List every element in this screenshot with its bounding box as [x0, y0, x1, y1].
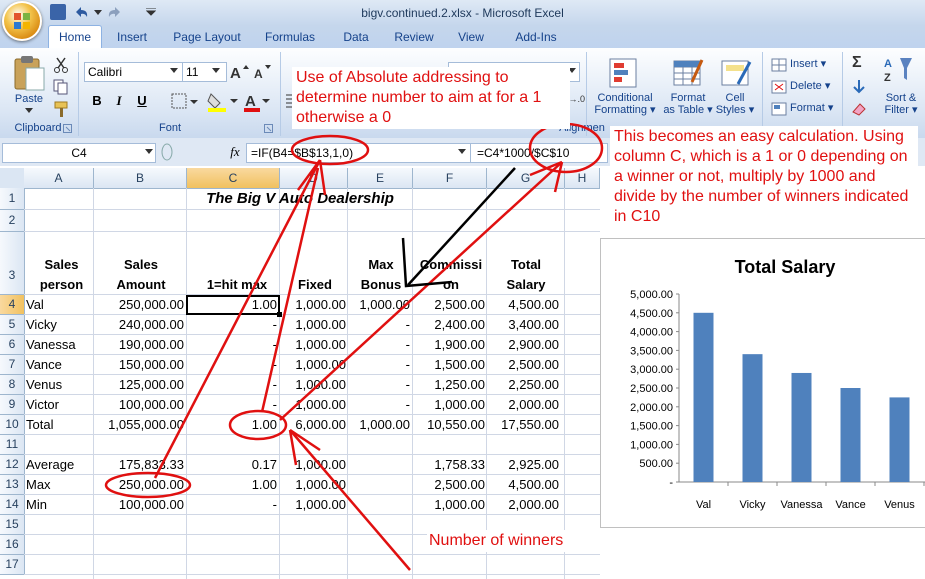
highlight-circle-c10	[228, 409, 288, 441]
highlight-circle-b13	[104, 471, 192, 499]
note-absolute-addressing: Use of Absolute addressing to determine …	[292, 67, 570, 129]
highlight-circle-c10-ref	[528, 122, 604, 174]
arrow-c10-line	[260, 167, 320, 413]
office-logo-icon	[14, 13, 30, 29]
note-easy-calculation: This becomes an easy calculation. Using …	[610, 126, 918, 228]
highlight-circle-b13-ref	[290, 134, 370, 166]
arrow-c10-to-formula2	[279, 161, 563, 421]
arrow-b13-to-formula	[153, 159, 322, 479]
office-button[interactable]	[2, 1, 42, 41]
arrow-black	[407, 167, 516, 286]
arrow-winners	[289, 429, 411, 571]
note-number-of-winners: Number of winners	[427, 530, 601, 552]
